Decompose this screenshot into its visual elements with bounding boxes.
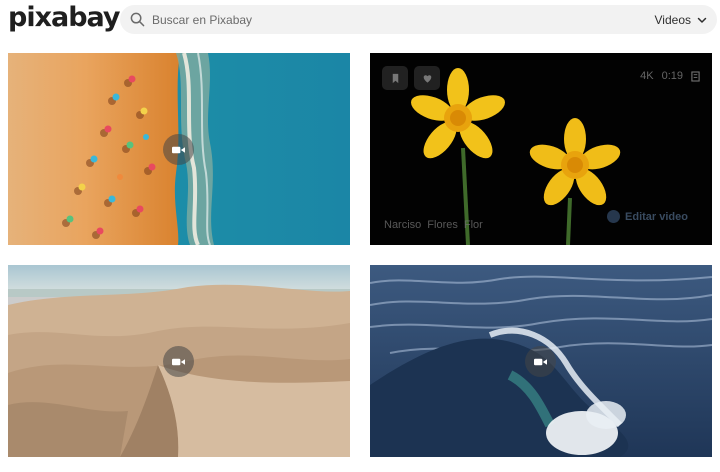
- resolution-icon: [691, 70, 700, 82]
- video-badge: [525, 346, 556, 377]
- bookmark-icon: [392, 73, 398, 83]
- chevron-down-icon: [697, 17, 707, 23]
- media-type-label: Videos: [654, 12, 691, 27]
- tag-link[interactable]: Narciso: [384, 219, 421, 231]
- duration-label: 0:19: [661, 70, 683, 82]
- edit-icon: [607, 210, 621, 223]
- video-camera-icon: [534, 358, 547, 365]
- like-button[interactable]: [414, 66, 440, 90]
- tag-list: Narciso Flores Flor: [384, 219, 483, 231]
- media-type-dropdown[interactable]: Videos: [655, 5, 707, 34]
- video-thumbnail-desert[interactable]: [8, 265, 350, 457]
- video-thumbnail-waves[interactable]: [370, 265, 712, 457]
- bookmark-button[interactable]: [382, 66, 408, 90]
- tag-link[interactable]: Flores: [427, 219, 458, 231]
- search-icon: [130, 12, 145, 27]
- video-badge: [163, 346, 194, 377]
- video-thumbnail-beach[interactable]: [8, 53, 350, 245]
- edit-video-button[interactable]: Editar video: [607, 210, 688, 223]
- header: pixabay Videos: [0, 0, 720, 40]
- tag-link[interactable]: Flor: [464, 219, 483, 231]
- video-camera-icon: [172, 358, 185, 365]
- search-bar[interactable]: Videos: [120, 5, 717, 34]
- pixabay-logo[interactable]: pixabay: [8, 1, 121, 35]
- video-thumbnail-daffodils[interactable]: 4K 0:19 Narciso Flores Flor Editar video: [370, 53, 712, 245]
- heart-icon: [423, 74, 431, 83]
- video-meta: 4K 0:19: [640, 70, 700, 82]
- video-camera-icon: [172, 146, 185, 153]
- quality-label: 4K: [640, 70, 654, 82]
- video-badge: [163, 134, 194, 165]
- search-input[interactable]: [152, 9, 622, 30]
- edit-video-label: Editar video: [625, 210, 688, 223]
